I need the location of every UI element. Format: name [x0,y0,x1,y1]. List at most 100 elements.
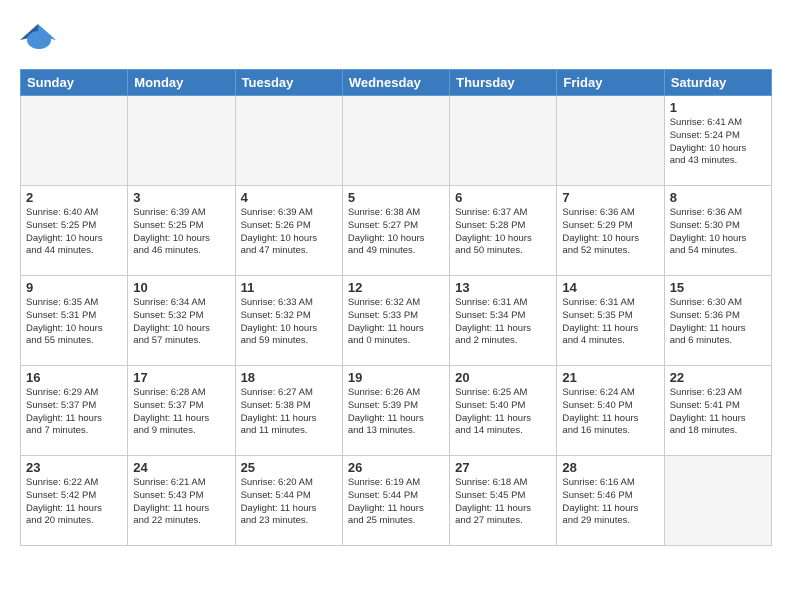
day-info: Sunrise: 6:27 AMSunset: 5:38 PMDaylight:… [241,387,337,438]
day-cell [342,96,449,186]
day-info: Sunrise: 6:20 AMSunset: 5:44 PMDaylight:… [241,477,337,528]
day-info: Sunrise: 6:38 AMSunset: 5:27 PMDaylight:… [348,207,444,258]
day-number: 2 [26,190,122,205]
day-cell: 12 Sunrise: 6:32 AMSunset: 5:33 PMDayligh… [342,276,449,366]
day-header-friday: Friday [557,70,664,96]
logo-bird-icon [20,18,58,56]
day-header-wednesday: Wednesday [342,70,449,96]
day-number: 10 [133,280,229,295]
day-cell: 8 Sunrise: 6:36 AMSunset: 5:30 PMDaylight… [664,186,771,276]
day-number: 28 [562,460,658,475]
day-cell: 3 Sunrise: 6:39 AMSunset: 5:25 PMDaylight… [128,186,235,276]
day-cell [235,96,342,186]
day-cell: 19 Sunrise: 6:26 AMSunset: 5:39 PMDayligh… [342,366,449,456]
logo-icon-container [20,18,58,61]
day-number: 13 [455,280,551,295]
day-number: 26 [348,460,444,475]
day-info: Sunrise: 6:39 AMSunset: 5:25 PMDaylight:… [133,207,229,258]
day-header-tuesday: Tuesday [235,70,342,96]
day-number: 24 [133,460,229,475]
header [20,18,772,61]
day-cell: 4 Sunrise: 6:39 AMSunset: 5:26 PMDaylight… [235,186,342,276]
day-cell: 14Sunrise: 6:31 AMSunset: 5:35 PMDayligh… [557,276,664,366]
day-number: 15 [670,280,766,295]
day-cell: 9 Sunrise: 6:35 AMSunset: 5:31 PMDaylight… [21,276,128,366]
day-cell: 21 Sunrise: 6:24 AMSunset: 5:40 PMDayligh… [557,366,664,456]
day-number: 6 [455,190,551,205]
day-cell: 13 Sunrise: 6:31 AMSunset: 5:34 PMDayligh… [450,276,557,366]
day-number: 14 [562,280,658,295]
day-info: Sunrise: 6:19 AMSunset: 5:44 PMDaylight:… [348,477,444,528]
week-row-1: 1 Sunrise: 6:41 AMSunset: 5:24 PMDaylight… [21,96,772,186]
day-cell: 11Sunrise: 6:33 AMSunset: 5:32 PMDayligh… [235,276,342,366]
day-cell: 25 Sunrise: 6:20 AMSunset: 5:44 PMDayligh… [235,456,342,546]
week-row-2: 2 Sunrise: 6:40 AMSunset: 5:25 PMDaylight… [21,186,772,276]
day-cell: 20 Sunrise: 6:25 AMSunset: 5:40 PMDayligh… [450,366,557,456]
day-cell: 24 Sunrise: 6:21 AMSunset: 5:43 PMDayligh… [128,456,235,546]
calendar-body: 1 Sunrise: 6:41 AMSunset: 5:24 PMDaylight… [21,96,772,546]
calendar-table: SundayMondayTuesdayWednesdayThursdayFrid… [20,69,772,546]
day-cell [664,456,771,546]
day-number: 21 [562,370,658,385]
week-row-5: 23 Sunrise: 6:22 AMSunset: 5:42 PMDayligh… [21,456,772,546]
day-number: 22 [670,370,766,385]
day-info: Sunrise: 6:30 AMSunset: 5:36 PMDaylight:… [670,297,766,348]
day-number: 17 [133,370,229,385]
day-number: 27 [455,460,551,475]
day-info: Sunrise: 6:21 AMSunset: 5:43 PMDaylight:… [133,477,229,528]
day-cell: 2 Sunrise: 6:40 AMSunset: 5:25 PMDaylight… [21,186,128,276]
day-info: Sunrise: 6:22 AMSunset: 5:42 PMDaylight:… [26,477,122,528]
day-info: Sunrise: 6:36 AMSunset: 5:29 PMDaylight:… [562,207,658,258]
day-cell: 6 Sunrise: 6:37 AMSunset: 5:28 PMDaylight… [450,186,557,276]
day-cell: 27 Sunrise: 6:18 AMSunset: 5:45 PMDayligh… [450,456,557,546]
day-number: 16 [26,370,122,385]
day-info: Sunrise: 6:23 AMSunset: 5:41 PMDaylight:… [670,387,766,438]
day-number: 20 [455,370,551,385]
day-number: 8 [670,190,766,205]
day-cell: 15 Sunrise: 6:30 AMSunset: 5:36 PMDayligh… [664,276,771,366]
day-number: 3 [133,190,229,205]
day-cell [21,96,128,186]
days-of-week-row: SundayMondayTuesdayWednesdayThursdayFrid… [21,70,772,96]
day-cell [557,96,664,186]
day-number: 23 [26,460,122,475]
page: SundayMondayTuesdayWednesdayThursdayFrid… [0,0,792,612]
day-info: Sunrise: 6:31 AMSunset: 5:34 PMDaylight:… [455,297,551,348]
day-info: Sunrise: 6:36 AMSunset: 5:30 PMDaylight:… [670,207,766,258]
week-row-4: 16 Sunrise: 6:29 AMSunset: 5:37 PMDayligh… [21,366,772,456]
day-header-thursday: Thursday [450,70,557,96]
day-info: Sunrise: 6:37 AMSunset: 5:28 PMDaylight:… [455,207,551,258]
day-cell: 5Sunrise: 6:38 AMSunset: 5:27 PMDaylight… [342,186,449,276]
day-number: 25 [241,460,337,475]
day-info: Sunrise: 6:41 AMSunset: 5:24 PMDaylight:… [670,117,766,168]
day-cell: 23 Sunrise: 6:22 AMSunset: 5:42 PMDayligh… [21,456,128,546]
day-info: Sunrise: 6:39 AMSunset: 5:26 PMDaylight:… [241,207,337,258]
day-info: Sunrise: 6:24 AMSunset: 5:40 PMDaylight:… [562,387,658,438]
day-info: Sunrise: 6:40 AMSunset: 5:25 PMDaylight:… [26,207,122,258]
day-cell: 28 Sunrise: 6:16 AMSunset: 5:46 PMDayligh… [557,456,664,546]
day-info: Sunrise: 6:34 AMSunset: 5:32 PMDaylight:… [133,297,229,348]
day-cell [450,96,557,186]
day-cell: 7Sunrise: 6:36 AMSunset: 5:29 PMDaylight… [557,186,664,276]
day-cell: 10 Sunrise: 6:34 AMSunset: 5:32 PMDayligh… [128,276,235,366]
day-info: Sunrise: 6:26 AMSunset: 5:39 PMDaylight:… [348,387,444,438]
day-info: Sunrise: 6:32 AMSunset: 5:33 PMDaylight:… [348,297,444,348]
day-number: 12 [348,280,444,295]
day-number: 1 [670,100,766,115]
day-info: Sunrise: 6:16 AMSunset: 5:46 PMDaylight:… [562,477,658,528]
day-number: 19 [348,370,444,385]
day-header-sunday: Sunday [21,70,128,96]
day-cell: 16 Sunrise: 6:29 AMSunset: 5:37 PMDayligh… [21,366,128,456]
day-info: Sunrise: 6:25 AMSunset: 5:40 PMDaylight:… [455,387,551,438]
day-info: Sunrise: 6:18 AMSunset: 5:45 PMDaylight:… [455,477,551,528]
day-cell: 1 Sunrise: 6:41 AMSunset: 5:24 PMDaylight… [664,96,771,186]
day-info: Sunrise: 6:29 AMSunset: 5:37 PMDaylight:… [26,387,122,438]
day-cell: 26 Sunrise: 6:19 AMSunset: 5:44 PMDayligh… [342,456,449,546]
logo [20,18,64,61]
day-number: 11 [241,280,337,295]
day-number: 4 [241,190,337,205]
day-cell: 17Sunrise: 6:28 AMSunset: 5:37 PMDayligh… [128,366,235,456]
day-number: 9 [26,280,122,295]
day-info: Sunrise: 6:35 AMSunset: 5:31 PMDaylight:… [26,297,122,348]
day-cell: 18Sunrise: 6:27 AMSunset: 5:38 PMDayligh… [235,366,342,456]
